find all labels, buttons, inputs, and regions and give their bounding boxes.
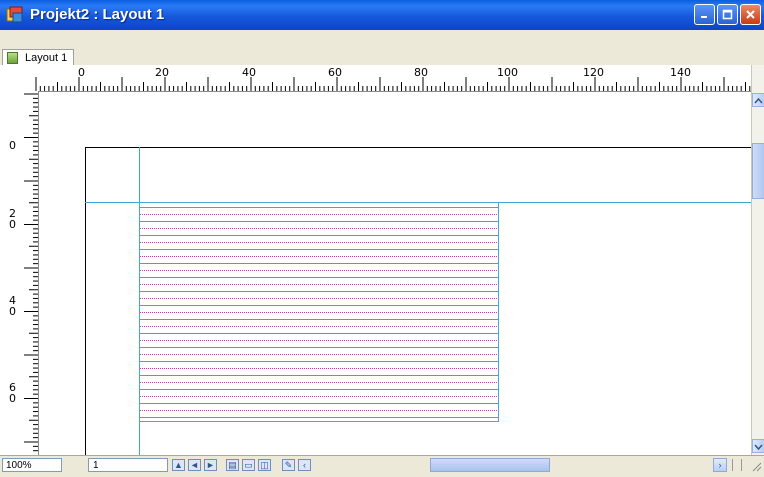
- minimize-icon: [701, 16, 707, 18]
- horizontal-ruler-ticks: [35, 77, 751, 91]
- horizontal-ruler[interactable]: 0 20 40 60 80 100 120 140: [0, 65, 751, 92]
- edit-icon[interactable]: ✎: [282, 459, 295, 471]
- maximize-icon: [722, 9, 733, 20]
- zoom-field[interactable]: 100%: [2, 458, 62, 472]
- scroll-up-icon: [754, 97, 763, 104]
- scroll-down-icon: [754, 444, 763, 451]
- hruler-label: 140: [670, 66, 691, 79]
- window-title: Projekt2 : Layout 1: [30, 6, 165, 23]
- vertical-ruler[interactable]: 0 2 0 4 0 6 0: [0, 91, 39, 455]
- hruler-label: 40: [242, 66, 256, 79]
- scroll-up-button[interactable]: [752, 93, 764, 107]
- split-grip[interactable]: [732, 459, 742, 471]
- resize-grip-icon: [752, 462, 762, 472]
- layout-canvas[interactable]: [39, 92, 751, 455]
- scroll-left-icon[interactable]: ‹: [298, 459, 311, 471]
- vruler-label: 0: [9, 305, 16, 318]
- window-title-bar[interactable]: Projekt2 : Layout 1: [0, 0, 764, 30]
- hruler-label: 100: [497, 66, 518, 79]
- vertical-ruler-ticks: [24, 93, 38, 452]
- hruler-label: 80: [414, 66, 428, 79]
- vertical-scroll-thumb[interactable]: [752, 143, 764, 199]
- tab-layout-1[interactable]: Layout 1: [2, 49, 75, 66]
- hruler-label: 120: [583, 66, 604, 79]
- close-icon: [746, 10, 755, 19]
- status-bar: 100% 1 ▲ ◄ ► ▤ ▭ ◫ ✎ ‹ ›: [0, 455, 764, 474]
- hruler-label: 60: [328, 66, 342, 79]
- vruler-label: 0: [9, 392, 16, 405]
- app-icon: [6, 6, 23, 23]
- first-page-icon[interactable]: ▲: [172, 459, 185, 471]
- grid-frame[interactable]: [139, 202, 499, 422]
- hruler-label: 0: [78, 66, 85, 79]
- next-page-icon[interactable]: ►: [204, 459, 217, 471]
- vruler-label: 0: [9, 218, 16, 231]
- vertical-scrollbar[interactable]: [751, 65, 764, 455]
- layout-tab-strip: Layout 1: [0, 30, 764, 66]
- page-number-field[interactable]: 1: [88, 458, 168, 472]
- resize-grip[interactable]: [750, 459, 762, 472]
- hruler-label: 20: [155, 66, 169, 79]
- vruler-label: 0: [9, 139, 16, 152]
- scroll-down-button[interactable]: [752, 439, 764, 453]
- two-page-icon[interactable]: ▭: [242, 459, 255, 471]
- layout-page-icon: [7, 52, 18, 64]
- grid-lines: [140, 207, 498, 418]
- close-button[interactable]: [740, 4, 761, 25]
- spread-view-icon[interactable]: ◫: [258, 459, 271, 471]
- tab-label: Layout 1: [25, 52, 68, 64]
- minimize-button[interactable]: [694, 4, 715, 25]
- prev-page-icon[interactable]: ◄: [188, 459, 201, 471]
- layout-view-icon[interactable]: ▤: [226, 459, 239, 471]
- scroll-right-icon[interactable]: ›: [713, 458, 727, 472]
- maximize-button[interactable]: [717, 4, 738, 25]
- horizontal-scroll-thumb[interactable]: [430, 458, 550, 472]
